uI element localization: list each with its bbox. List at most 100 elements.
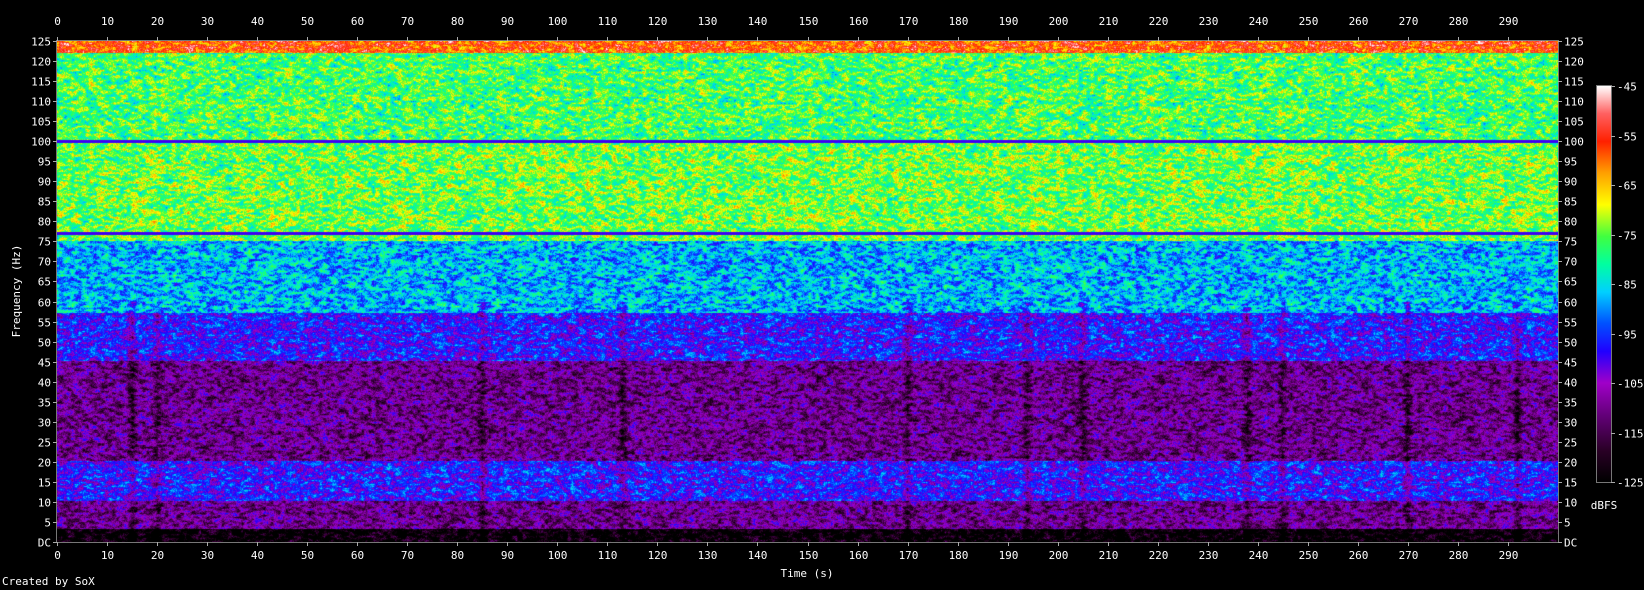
y-tick-label-right: 60 [1564,297,1577,310]
x-tick-label-bottom: 220 [1149,549,1169,562]
x-tick-label-top: 290 [1499,15,1519,28]
colorbar-tick-label: -95 [1617,329,1637,342]
y-tick-label-left: 90 [38,176,51,189]
x-tick-label-bottom: 20 [151,549,164,562]
y-tick-label-left: 45 [38,357,51,370]
y-tick-label-left: 20 [38,457,51,470]
colorbar-label: dBFS [1591,499,1618,512]
y-tick-label-right: 70 [1564,256,1577,269]
x-tick-label-top: 50 [301,15,314,28]
x-tick-label-top: 170 [899,15,919,28]
x-tick-label-top: 40 [251,15,264,28]
y-tick-label-left: 120 [31,56,51,69]
x-tick-label-top: 100 [548,15,568,28]
y-tick-label-right: 90 [1564,176,1577,189]
x-tick-label-top: 110 [598,15,618,28]
x-tick-label-top: 90 [501,15,514,28]
x-tick-label-bottom: 240 [1249,549,1269,562]
y-tick-label-right: 120 [1564,56,1584,69]
y-tick-label-right: 5 [1564,517,1571,530]
x-tick-label-top: 280 [1449,15,1469,28]
y-tick-label-right: 65 [1564,276,1577,289]
x-tick-label-bottom: 110 [598,549,618,562]
y-tick-label-left: 110 [31,96,51,109]
y-tick-label-left: 35 [38,397,51,410]
x-tick-label-top: 70 [401,15,414,28]
y-tick-label-left: 100 [31,136,51,149]
colorbar [1597,86,1611,482]
y-tick-label-right: 80 [1564,216,1577,229]
x-tick-label-top: 160 [849,15,869,28]
y-tick-label-right: 110 [1564,96,1584,109]
y-tick-label-right: 55 [1564,317,1577,330]
colorbar-tick-label: -55 [1617,131,1637,144]
x-tick-label-bottom: 30 [201,549,214,562]
y-tick-label-left: 40 [38,377,51,390]
y-tick-label-right: 45 [1564,357,1577,370]
x-tick-label-bottom: 40 [251,549,264,562]
x-tick-label-top: 190 [999,15,1019,28]
colorbar-tick-label: -115 [1617,428,1644,441]
colorbar-tick-label: -105 [1617,378,1644,391]
x-tick-label-top: 220 [1149,15,1169,28]
y-tick-label-right: 100 [1564,136,1584,149]
x-tick-label-bottom: 50 [301,549,314,562]
y-tick-label-left: 75 [38,236,51,249]
x-tick-label-bottom: 210 [1099,549,1119,562]
y-tick-label-left: DC [38,537,51,550]
y-tick-label-left: 60 [38,297,51,310]
y-tick-label-right: 40 [1564,377,1577,390]
x-tick-label-top: 80 [451,15,464,28]
x-tick-label-top: 270 [1399,15,1419,28]
y-tick-label-left: 105 [31,116,51,129]
x-tick-label-bottom: 250 [1299,549,1319,562]
x-tick-label-bottom: 200 [1049,549,1069,562]
x-tick-label-bottom: 0 [54,549,61,562]
y-tick-label-left: 5 [44,517,51,530]
x-tick-label-top: 20 [151,15,164,28]
x-tick-label-bottom: 140 [748,549,768,562]
x-tick-label-top: 120 [648,15,668,28]
x-tick-label-bottom: 100 [548,549,568,562]
spectrogram-image [57,41,1558,542]
x-tick-label-bottom: 120 [648,549,668,562]
x-tick-label-top: 10 [101,15,114,28]
y-tick-label-right: 75 [1564,236,1577,249]
x-tick-label-bottom: 280 [1449,549,1469,562]
x-tick-label-bottom: 90 [501,549,514,562]
x-tick-label-bottom: 190 [999,549,1019,562]
y-tick-label-left: 115 [31,76,51,89]
x-tick-label-top: 30 [201,15,214,28]
y-tick-label-left: 15 [38,477,51,490]
colorbar-tick-label: -125 [1617,477,1644,490]
y-tick-label-left: 10 [38,497,51,510]
x-tick-label-top: 260 [1349,15,1369,28]
x-tick-label-bottom: 60 [351,549,364,562]
x-tick-label-top: 250 [1299,15,1319,28]
x-tick-label-bottom: 290 [1499,549,1519,562]
colorbar-tick-label: -65 [1617,180,1637,193]
y-tick-label-left: 125 [31,36,51,49]
y-tick-label-left: 50 [38,337,51,350]
x-tick-label-top: 60 [351,15,364,28]
x-tick-label-top: 200 [1049,15,1069,28]
x-tick-label-top: 130 [698,15,718,28]
x-axis-label: Time (s) [781,567,834,580]
y-tick-label-left: 85 [38,196,51,209]
x-tick-label-bottom: 260 [1349,549,1369,562]
y-tick-label-left: 30 [38,417,51,430]
x-tick-label-bottom: 270 [1399,549,1419,562]
y-tick-label-right: DC [1564,537,1577,550]
y-tick-label-right: 125 [1564,36,1584,49]
x-tick-label-top: 240 [1249,15,1269,28]
y-tick-label-right: 15 [1564,477,1577,490]
spectrogram-chart: 0 0 10 10 20 20 30 30 40 40 50 50 60 60 70 70 80 80 90 90 10… [0,0,1644,590]
x-tick-label-bottom: 130 [698,549,718,562]
y-tick-label-left: 80 [38,216,51,229]
y-axis-label: Frequency (Hz) [10,245,23,338]
x-tick-label-top: 0 [54,15,61,28]
y-tick-label-right: 115 [1564,76,1584,89]
y-tick-label-right: 50 [1564,337,1577,350]
x-tick-label-bottom: 70 [401,549,414,562]
y-tick-label-left: 70 [38,256,51,269]
